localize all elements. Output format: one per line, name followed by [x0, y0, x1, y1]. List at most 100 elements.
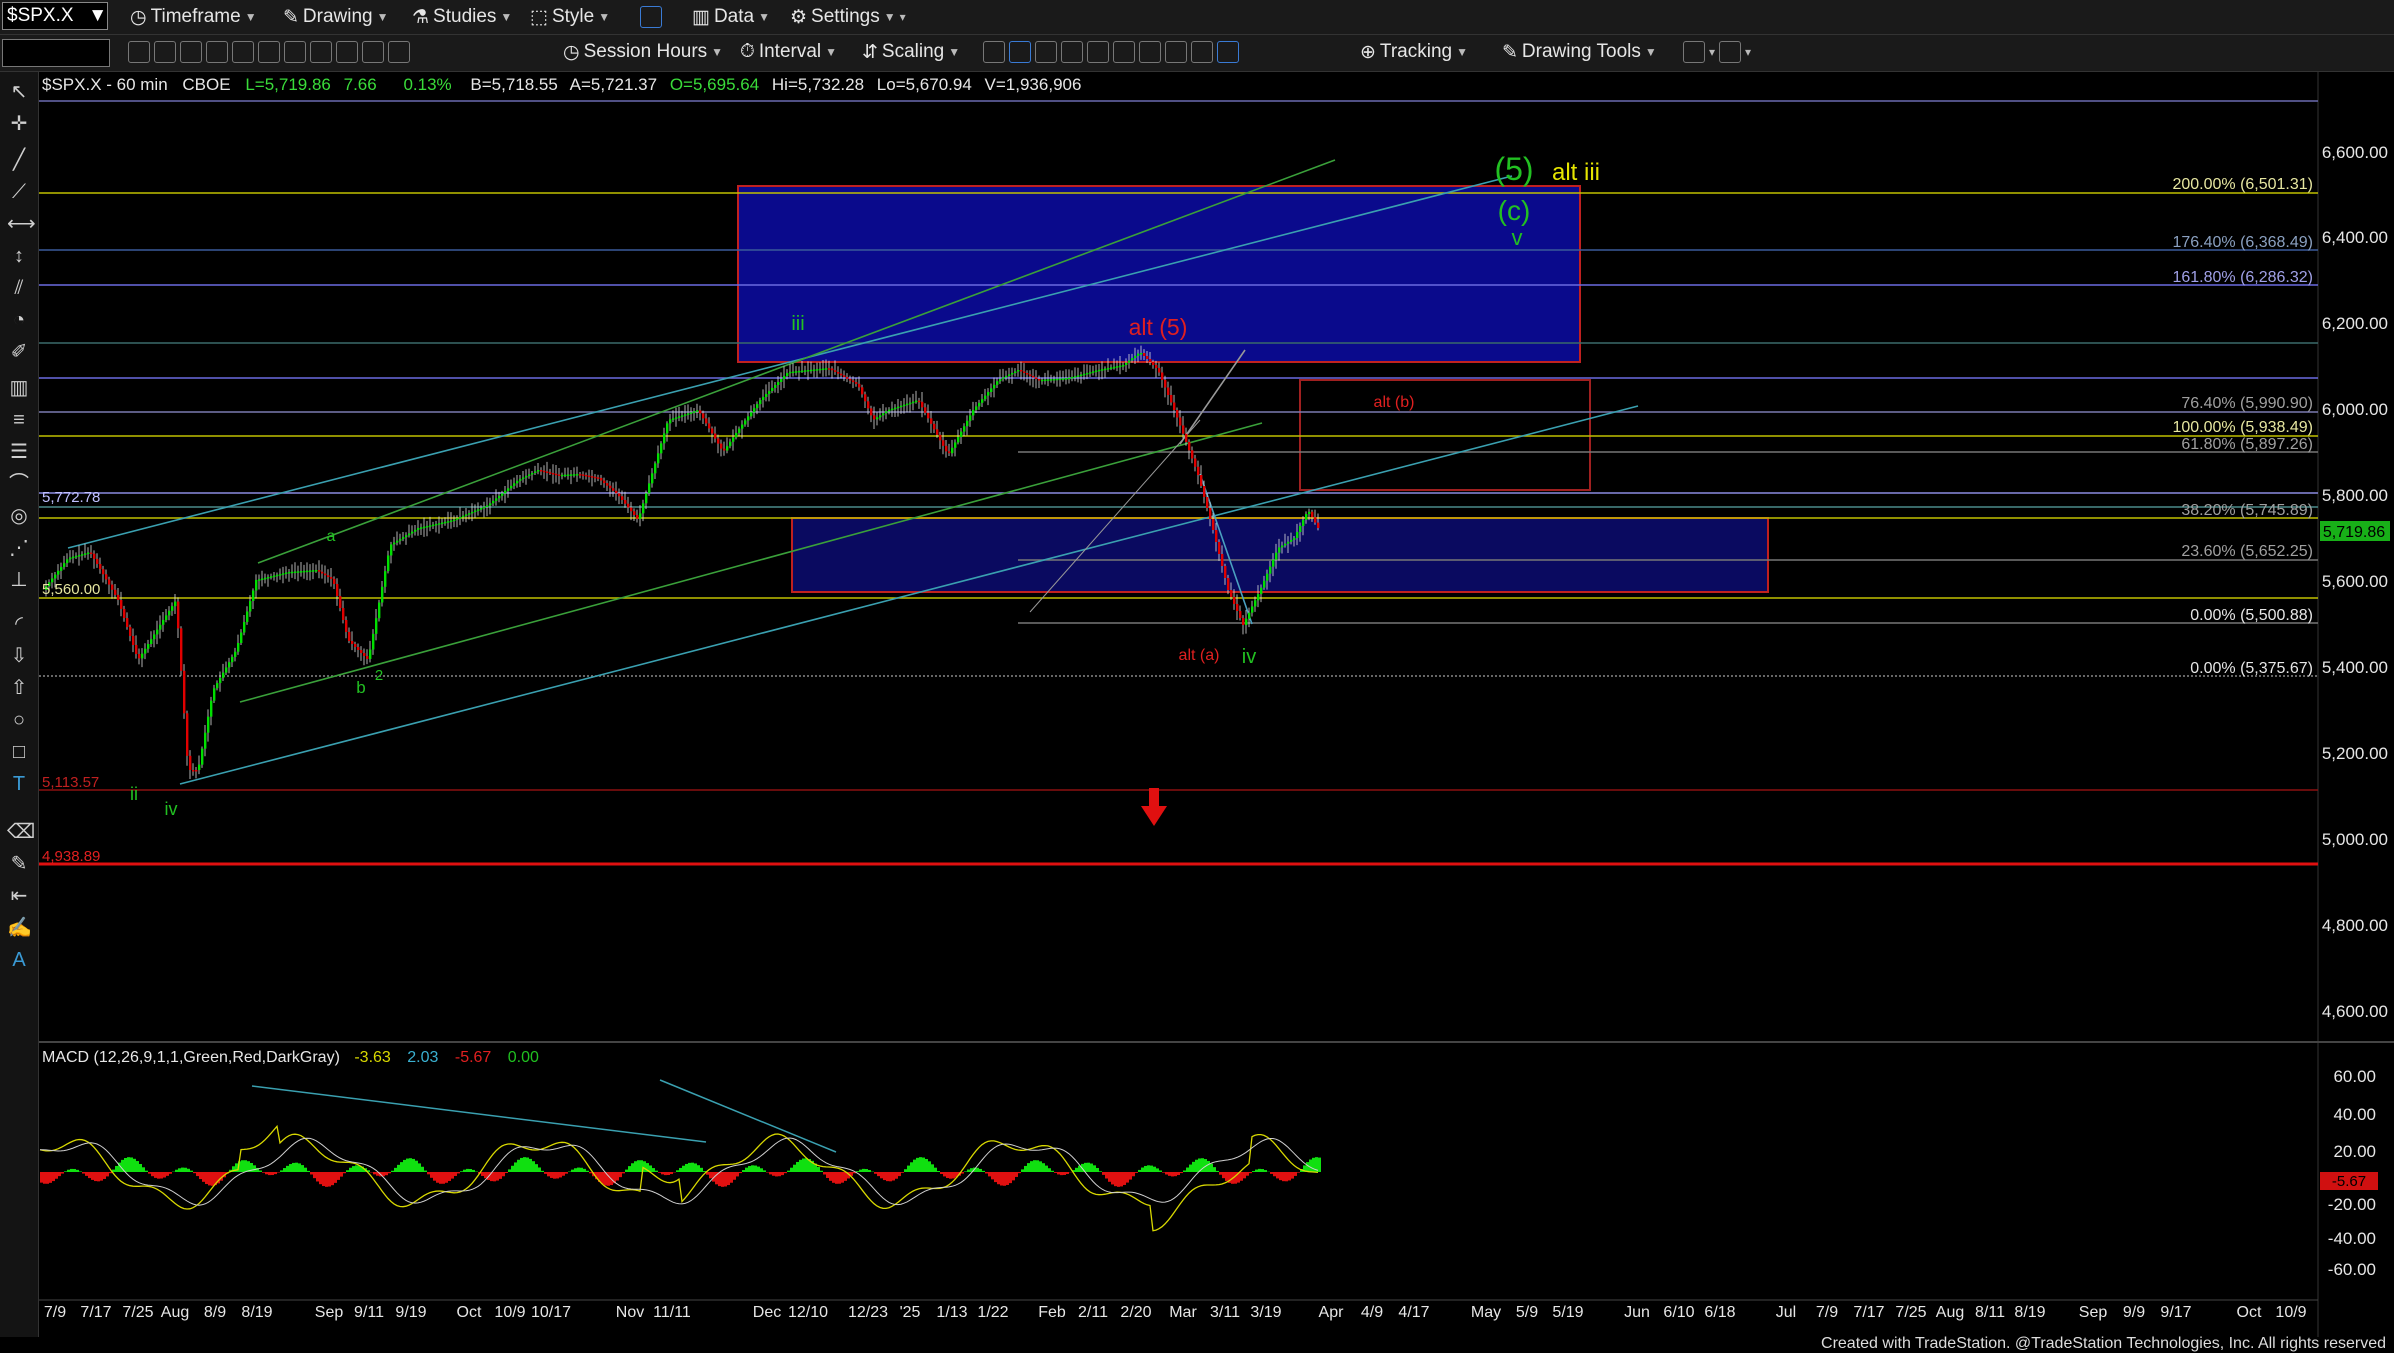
pointer-icon[interactable]: ↖	[7, 80, 31, 104]
horizontal-line-icon[interactable]: ⟷	[7, 212, 36, 236]
candle-body	[1119, 365, 1122, 368]
zoom-in-icon[interactable]	[1165, 41, 1187, 63]
macd-histogram-bar	[946, 1172, 949, 1179]
candle-body	[402, 537, 405, 539]
macd-histogram-bar	[88, 1172, 91, 1179]
candle-body	[957, 437, 960, 443]
candle-body	[234, 651, 237, 657]
candle-body	[897, 406, 900, 409]
macd-histogram-bar	[1174, 1172, 1177, 1177]
candle-body	[1128, 360, 1131, 363]
image-icon[interactable]	[388, 41, 410, 63]
network-icon[interactable]	[362, 41, 384, 63]
expand-icon[interactable]	[1113, 41, 1135, 63]
clear-drawings-icon[interactable]: ✎	[7, 852, 31, 876]
tracking-menu[interactable]: ⊕ Tracking ▼	[1360, 38, 1468, 66]
draw-settings-icon[interactable]: ✍	[7, 916, 32, 940]
candle-body	[603, 480, 606, 484]
grid-icon[interactable]	[1217, 41, 1239, 63]
studies-menu[interactable]: ⚗ Studies ▼	[412, 3, 512, 31]
andrews-icon[interactable]: ⋰	[7, 536, 31, 560]
session-hours-menu[interactable]: ◷ Session Hours ▼	[563, 38, 723, 66]
candle-body	[885, 411, 888, 414]
candle-body	[1245, 618, 1248, 625]
snap-icon[interactable]: ⇤	[7, 884, 31, 908]
ellipse-icon[interactable]: ○	[7, 708, 31, 732]
copy-icon[interactable]	[310, 41, 332, 63]
candlestick-icon[interactable]	[1009, 41, 1031, 63]
gann-icon[interactable]: ◎	[7, 504, 31, 528]
interval-menu[interactable]: ⏱ Interval ▼	[740, 38, 837, 66]
bar-type-icon[interactable]	[983, 41, 1005, 63]
chart-area[interactable]: $SPX.X - 60 min CBOE L=5,719.86 7.66 0.1…	[39, 72, 2394, 1337]
bars-icon[interactable]: ▥	[7, 376, 31, 400]
sessions-icon[interactable]	[1061, 41, 1083, 63]
text-style-icon[interactable]: A	[7, 948, 31, 972]
arrow-down-icon[interactable]: ⇩	[7, 644, 31, 668]
pen-icon[interactable]: ✐	[7, 340, 31, 364]
text-icon[interactable]: T	[7, 772, 31, 796]
macd-histogram-bar	[1024, 1165, 1027, 1172]
target-icon[interactable]	[258, 41, 280, 63]
fib-extension-icon[interactable]: ☰	[7, 440, 31, 464]
save-icon[interactable]	[284, 41, 306, 63]
macd-histogram-bar	[1261, 1169, 1264, 1172]
layout-button[interactable]	[640, 3, 662, 31]
candle-body	[864, 394, 867, 402]
macd-histogram-bar	[325, 1172, 328, 1187]
cycle-icon[interactable]: ◔	[7, 308, 31, 332]
hollow-candle-icon[interactable]	[1035, 41, 1057, 63]
arrow-up-icon[interactable]: ⇧	[7, 676, 31, 700]
regression-icon[interactable]: ⊥	[7, 568, 31, 592]
zoom-out-icon[interactable]	[1191, 41, 1213, 63]
circle-icon[interactable]	[154, 41, 176, 63]
interval-input[interactable]	[2, 39, 110, 67]
macd-histogram-bar	[826, 1172, 829, 1178]
candle-body	[537, 470, 540, 472]
scaling-menu[interactable]: ⇵ Scaling ▼	[862, 38, 960, 66]
eraser-icon[interactable]: ⌫	[7, 820, 35, 844]
arc-icon[interactable]: ◜	[7, 612, 31, 636]
macd-histogram-bar	[271, 1172, 274, 1176]
candle-body	[90, 552, 93, 555]
channel-icon[interactable]: ⫽	[7, 276, 31, 300]
drawing-tools-menu[interactable]: ✎ Drawing Tools ▼	[1502, 38, 1657, 66]
macd-histogram-bar	[535, 1164, 538, 1172]
candle-body	[1083, 373, 1086, 376]
candle-body	[435, 523, 438, 526]
candle-body	[1080, 374, 1083, 377]
candle-body	[921, 401, 924, 408]
fib-icon[interactable]: ≡	[7, 408, 31, 432]
candle-body	[342, 608, 345, 620]
drawing-menu[interactable]: ✎ Drawing ▼	[283, 3, 389, 31]
page-icon[interactable]	[180, 41, 202, 63]
compress-icon[interactable]	[1087, 41, 1109, 63]
rectangle-icon[interactable]: □	[7, 740, 31, 764]
candle-body	[75, 555, 78, 558]
date-tick: May	[1471, 1304, 1501, 1321]
candle-body	[69, 557, 72, 560]
data-menu[interactable]: ▥ Data ▼	[692, 3, 770, 31]
chevron-down-icon: ▼	[1456, 45, 1468, 59]
cloud-icon[interactable]	[1719, 41, 1742, 63]
candle-body	[804, 370, 807, 372]
grid-icon[interactable]	[232, 41, 254, 63]
style-menu[interactable]: ⬚ Style ▼	[530, 3, 610, 31]
trendline-icon[interactable]: ╱	[7, 148, 31, 172]
chart-svg: $SPX.X - 60 min CBOE L=5,719.86 7.66 0.1…	[39, 72, 2394, 1337]
window-icon[interactable]	[1139, 41, 1161, 63]
candle-body	[714, 433, 717, 439]
candle-body	[375, 618, 378, 634]
link-icon[interactable]	[336, 41, 358, 63]
vertical-line-icon[interactable]: ↕	[7, 244, 31, 268]
circle-icon[interactable]	[128, 41, 150, 63]
settings-menu[interactable]: ⚙ Settings ▼ ▾	[790, 3, 906, 31]
timeframe-menu[interactable]: ◷ Timeframe ▼	[130, 3, 257, 31]
crosshair-icon[interactable]: ✛	[7, 112, 31, 136]
candle-body	[1014, 371, 1017, 373]
speed-lines-icon[interactable]: ⌒	[7, 472, 31, 496]
search-icon[interactable]	[206, 41, 228, 63]
export-icon[interactable]	[1683, 41, 1705, 63]
ray-icon[interactable]: ⟋	[7, 180, 31, 204]
symbol-input[interactable]: $SPX.X ▼	[2, 2, 108, 30]
